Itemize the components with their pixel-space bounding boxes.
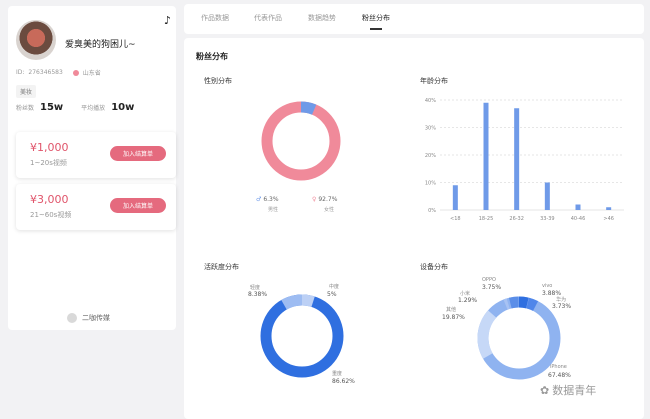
x-tick-label: 18-25 [479, 216, 494, 222]
activity-light-label: 轻度 [250, 285, 261, 291]
age-bar[interactable] [452, 185, 458, 210]
y-tick-label: 10% [425, 181, 436, 187]
tab-works-data[interactable]: 作品数据 [201, 13, 229, 23]
gender-donut [261, 101, 341, 181]
donut-segment-iphone [477, 296, 561, 380]
username: 爱臭美的狗困儿~ [65, 40, 136, 50]
tab-data-trend[interactable]: 数据趋势 [308, 13, 336, 23]
add-to-cart-button[interactable]: 加入结算单 [110, 146, 166, 161]
activity-heavy-label: 重度 [332, 371, 343, 377]
brand-footer: 二咖传媒 [67, 313, 110, 323]
activity-title: 活跃度分布 [204, 263, 239, 271]
gender-title: 性别分布 [204, 77, 232, 85]
price: ¥1,000 [30, 141, 69, 154]
x-tick-label: 40-46 [571, 216, 586, 222]
female-icon: ♀ [312, 196, 317, 203]
device-oppo-label: OPPO [482, 277, 496, 283]
y-tick-label: 30% [425, 126, 436, 132]
location: 山东省 [82, 70, 101, 77]
device-iphone-pct: 67.48% [548, 372, 571, 379]
id-label: ID: [16, 69, 25, 76]
y-tick-label: 20% [425, 153, 436, 159]
legend-male: ♂ 6.3% [256, 196, 279, 203]
price-desc: 21~60s视频 [30, 211, 72, 219]
x-tick-label: <18 [450, 216, 461, 222]
activity-medium-label: 中度 [329, 284, 340, 290]
brand-logo-icon [67, 313, 77, 323]
watermark: ✿ 数据青年 [540, 382, 596, 398]
tab-fan-distribution[interactable]: 粉丝分布 [362, 13, 390, 23]
fans-label: 粉丝数 [16, 105, 35, 112]
device-xiaomi-label: 小米 [460, 291, 471, 297]
device-iphone-label: iPhone [550, 364, 567, 370]
male-label: 男性 [268, 207, 279, 213]
id-value: 276346583 [28, 69, 63, 76]
location-pin-icon [72, 69, 79, 76]
watermark-text: 数据青年 [552, 384, 597, 397]
avg-play-label: 平均播放 [81, 105, 106, 112]
device-xiaomi-pct: 1.29% [458, 297, 478, 304]
age-bar[interactable] [483, 102, 489, 210]
active-tab-indicator [370, 28, 382, 30]
x-tick-label: 33-39 [540, 216, 555, 222]
id-row: ID: 276346583 山东省 [16, 68, 101, 77]
activity-heavy-pct: 86.62% [332, 378, 355, 385]
donut-segment-heavy [260, 294, 344, 378]
category-tag: 美妆 [16, 85, 37, 98]
legend-female: ♀ 92.7% [312, 196, 337, 203]
price: ¥3,000 [30, 193, 69, 206]
device-oppo-pct: 3.75% [482, 284, 502, 291]
device-other-pct: 19.87% [442, 314, 465, 321]
tab-representative-works[interactable]: 代表作品 [254, 13, 282, 23]
price-card-long: ¥3,000 21~60s视频 加入结算单 [16, 184, 176, 230]
female-label: 女性 [324, 207, 335, 213]
device-title: 设备分布 [420, 263, 448, 271]
y-tick-label: 0% [428, 208, 436, 214]
tab-bar: 作品数据 代表作品 数据趋势 粉丝分布 [184, 4, 644, 34]
male-icon: ♂ [256, 196, 262, 203]
device-huawei-label: 华为 [556, 297, 567, 303]
wechat-icon: ✿ [540, 383, 550, 397]
age-bar-chart: 0% 10% 20% 30% 40% <18 18-25 26-32 33-39 40-46 >46 [425, 98, 624, 222]
fan-distribution-panel: 粉丝分布 性别分布 ♂ 6.3% 男性 ♀ 92.7% 女性 年龄分布 0% 10… [184, 38, 644, 419]
device-huawei-pct: 3.73% [552, 303, 572, 310]
donut-segment-female [261, 101, 341, 181]
avg-play-value: 10w [111, 102, 135, 113]
age-bar[interactable] [606, 207, 612, 210]
price-desc: 1~20s视频 [30, 159, 67, 167]
section-title: 粉丝分布 [196, 52, 228, 61]
avatar[interactable] [16, 20, 56, 60]
brand-name: 二咖传媒 [82, 314, 110, 322]
male-pct: 6.3% [263, 196, 279, 203]
device-vivo-label: vivo [542, 283, 553, 289]
price-card-short: ¥1,000 1~20s视频 加入结算单 [16, 132, 176, 178]
fans-value: 15w [40, 102, 64, 113]
age-bar[interactable] [514, 108, 520, 210]
x-tick-label: >46 [603, 216, 614, 222]
profile-panel: ♪ 爱臭美的狗困儿~ ID: 276346583 山东省 美妆 粉丝数 15w … [8, 6, 176, 330]
activity-light-pct: 8.38% [248, 291, 268, 298]
add-to-cart-button[interactable]: 加入结算单 [110, 198, 166, 213]
activity-medium-pct: 5% [327, 291, 337, 298]
tiktok-icon: ♪ [164, 14, 172, 27]
x-tick-label: 26-32 [509, 216, 524, 222]
age-title: 年龄分布 [420, 77, 448, 85]
female-pct: 92.7% [318, 196, 338, 203]
age-bar[interactable] [544, 182, 550, 211]
stats-row: 粉丝数 15w 平均播放 10w [16, 102, 152, 113]
age-bar[interactable] [575, 204, 581, 211]
y-tick-label: 40% [425, 98, 436, 104]
device-other-label: 其他 [446, 307, 457, 313]
